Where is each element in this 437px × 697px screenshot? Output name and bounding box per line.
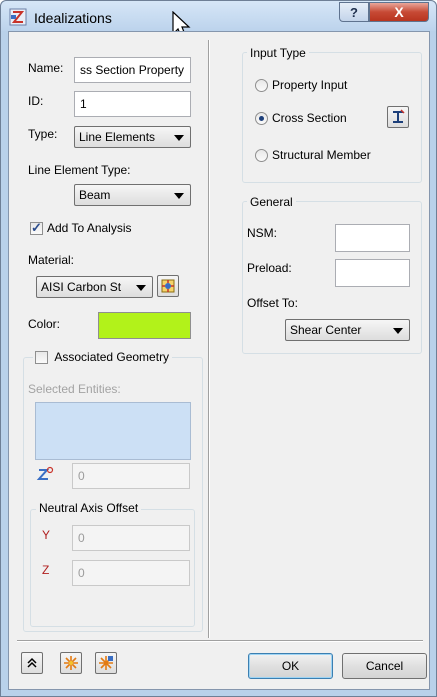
- window-title: Idealizations: [34, 10, 112, 26]
- chevron-down-icon: [174, 193, 184, 199]
- collapse-button[interactable]: [21, 652, 43, 674]
- property-input-label: Property Input: [272, 78, 348, 92]
- type-dropdown-value: Line Elements: [79, 130, 156, 144]
- id-label: ID:: [28, 94, 44, 108]
- z-axis-label: Z: [42, 563, 50, 577]
- name-input[interactable]: ss Section Property: [74, 57, 191, 83]
- cross-section-editor-icon: [393, 109, 405, 123]
- associated-geometry-header: Associated Geometry: [33, 350, 173, 365]
- chevron-down-icon: [174, 135, 184, 141]
- name-label: Name:: [28, 61, 64, 75]
- cross-section-editor-button[interactable]: [387, 106, 409, 128]
- z-offset-field: 0: [72, 560, 190, 586]
- structural-member-radio[interactable]: [255, 149, 268, 162]
- vertical-divider: [208, 40, 210, 638]
- line-element-type-label: Line Element Type:: [28, 163, 131, 177]
- title-bar[interactable]: Idealizations ? X: [1, 1, 436, 40]
- general-label: General: [247, 195, 296, 209]
- close-button[interactable]: X: [369, 2, 429, 22]
- color-label: Color:: [28, 317, 61, 331]
- add-to-analysis-checkbox[interactable]: [30, 220, 43, 236]
- cross-section-label: Cross Section: [272, 111, 347, 125]
- y-offset-field: 0: [72, 525, 190, 551]
- neutral-axis-offset-label: Neutral Axis Offset: [36, 501, 142, 515]
- collapse-icon: [27, 657, 37, 668]
- cross-section-radio[interactable]: [255, 112, 268, 125]
- type-label: Type:: [28, 127, 58, 141]
- cancel-button[interactable]: Cancel: [342, 653, 427, 679]
- nsm-input[interactable]: [335, 224, 410, 252]
- selected-entities-list[interactable]: [35, 402, 191, 460]
- material-library-icon: [161, 279, 175, 293]
- material-dropdown-value: AISI Carbon St: [41, 280, 122, 294]
- snowflake-icon: [64, 656, 78, 670]
- line-element-type-value: Beam: [79, 188, 111, 202]
- chevron-down-icon: [393, 328, 403, 334]
- associated-geometry-checkbox[interactable]: [35, 351, 48, 365]
- ok-button[interactable]: OK: [248, 653, 333, 679]
- entity-count-field: 0: [72, 463, 190, 489]
- material-library-button[interactable]: [157, 275, 179, 297]
- idealizations-app-icon: [9, 8, 27, 26]
- snowflake-multi-button[interactable]: [95, 652, 117, 674]
- dialog-window: Idealizations ? X Name: ss Section Prope…: [0, 0, 437, 697]
- material-dropdown[interactable]: AISI Carbon St: [36, 276, 153, 298]
- type-dropdown[interactable]: Line Elements: [74, 126, 191, 148]
- input-type-label: Input Type: [247, 46, 309, 60]
- structural-member-label: Structural Member: [272, 148, 371, 162]
- offset-to-label: Offset To:: [247, 296, 298, 310]
- y-axis-label: Y: [42, 528, 51, 542]
- offset-to-dropdown[interactable]: Shear Center: [285, 319, 410, 341]
- dialog-body: Name: ss Section Property ID: 1 Type: Li…: [8, 31, 430, 690]
- chevron-down-icon: [136, 285, 146, 291]
- entity-select-icon[interactable]: [36, 466, 54, 484]
- id-input[interactable]: 1: [74, 91, 191, 117]
- preload-label: Preload:: [247, 261, 292, 275]
- nsm-label: NSM:: [247, 226, 277, 240]
- line-element-type-dropdown[interactable]: Beam: [74, 184, 191, 206]
- offset-to-value: Shear Center: [290, 323, 362, 337]
- snowflake-multi-icon: [99, 656, 113, 670]
- selected-entities-label: Selected Entities:: [28, 382, 121, 396]
- color-swatch[interactable]: [98, 312, 191, 339]
- preload-input[interactable]: [335, 259, 410, 287]
- associated-geometry-label: Associated Geometry: [54, 350, 170, 364]
- add-to-analysis-label: Add To Analysis: [47, 221, 132, 235]
- help-button[interactable]: ?: [339, 2, 369, 22]
- footer-divider: [17, 640, 423, 642]
- material-label: Material:: [28, 253, 75, 267]
- snowflake-button[interactable]: [60, 652, 82, 674]
- property-input-radio[interactable]: [255, 79, 268, 92]
